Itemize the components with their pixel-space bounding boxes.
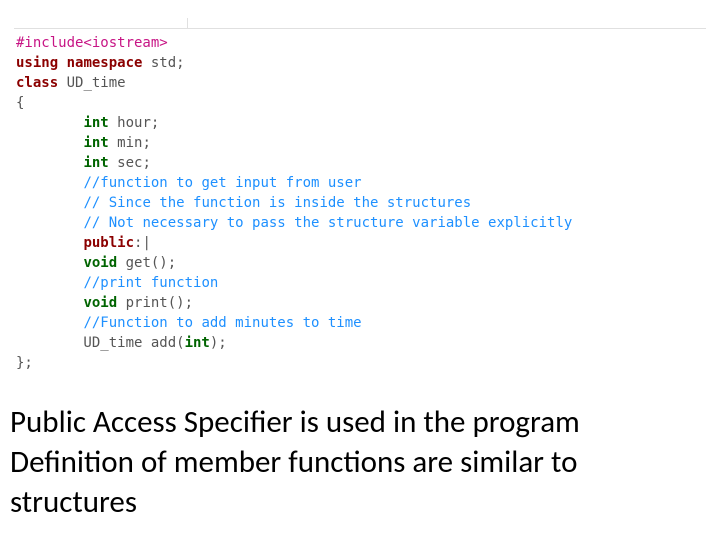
caption-text: Public Access Specifier is used in the p… [10,402,710,522]
code-editor-region: #include<iostream> using namespace std; … [14,18,706,388]
comment: //function to get input from user [83,175,361,191]
kw-class: class [16,75,58,91]
caption-line-1: Public Access Specifier is used in the p… [10,402,710,442]
comment: // Since the function is inside the stru… [83,195,471,211]
kw-void: void [83,295,117,311]
preprocessor-line: #include<iostream> [16,35,168,51]
caption-line-2: Definition of member functions are simil… [10,442,710,482]
comment: //Function to add minutes to time [83,315,361,331]
editor-toolbar-stub [14,18,706,29]
slide: #include<iostream> using namespace std; … [0,0,720,540]
kw-public: public [83,235,134,251]
kw-int: int [185,335,210,351]
comment: //print function [83,275,218,291]
kw-void: void [83,255,117,271]
kw-int: int [83,115,108,131]
comment: // Not necessary to pass the structure v… [83,215,572,231]
kw-int: int [83,155,108,171]
caption-line-3: structures [10,482,710,522]
code-block: #include<iostream> using namespace std; … [14,29,706,377]
kw-namespace: namespace [67,55,143,71]
kw-int: int [83,135,108,151]
kw-using: using [16,55,58,71]
